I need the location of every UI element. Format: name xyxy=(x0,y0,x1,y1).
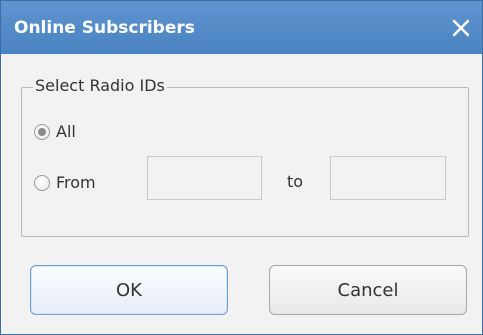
group-legend: Select Radio IDs xyxy=(33,76,167,95)
cancel-button[interactable]: Cancel xyxy=(269,265,467,315)
close-button[interactable] xyxy=(448,15,474,41)
to-label: to xyxy=(287,172,304,191)
radio-from[interactable] xyxy=(34,174,50,191)
from-id-input[interactable] xyxy=(147,156,262,200)
close-icon xyxy=(452,19,470,37)
radio-all[interactable] xyxy=(34,123,50,140)
radio-all-row[interactable]: All xyxy=(34,122,76,141)
radio-from-row[interactable]: From xyxy=(34,173,96,192)
radio-from-label: From xyxy=(56,173,96,192)
to-id-input[interactable] xyxy=(330,156,446,200)
title-bar: Online Subscribers xyxy=(1,1,482,54)
radio-all-label: All xyxy=(56,122,76,141)
ok-button[interactable]: OK xyxy=(30,265,228,315)
online-subscribers-dialog: Online Subscribers Select Radio IDs All … xyxy=(0,0,483,335)
dialog-title: Online Subscribers xyxy=(14,18,195,38)
